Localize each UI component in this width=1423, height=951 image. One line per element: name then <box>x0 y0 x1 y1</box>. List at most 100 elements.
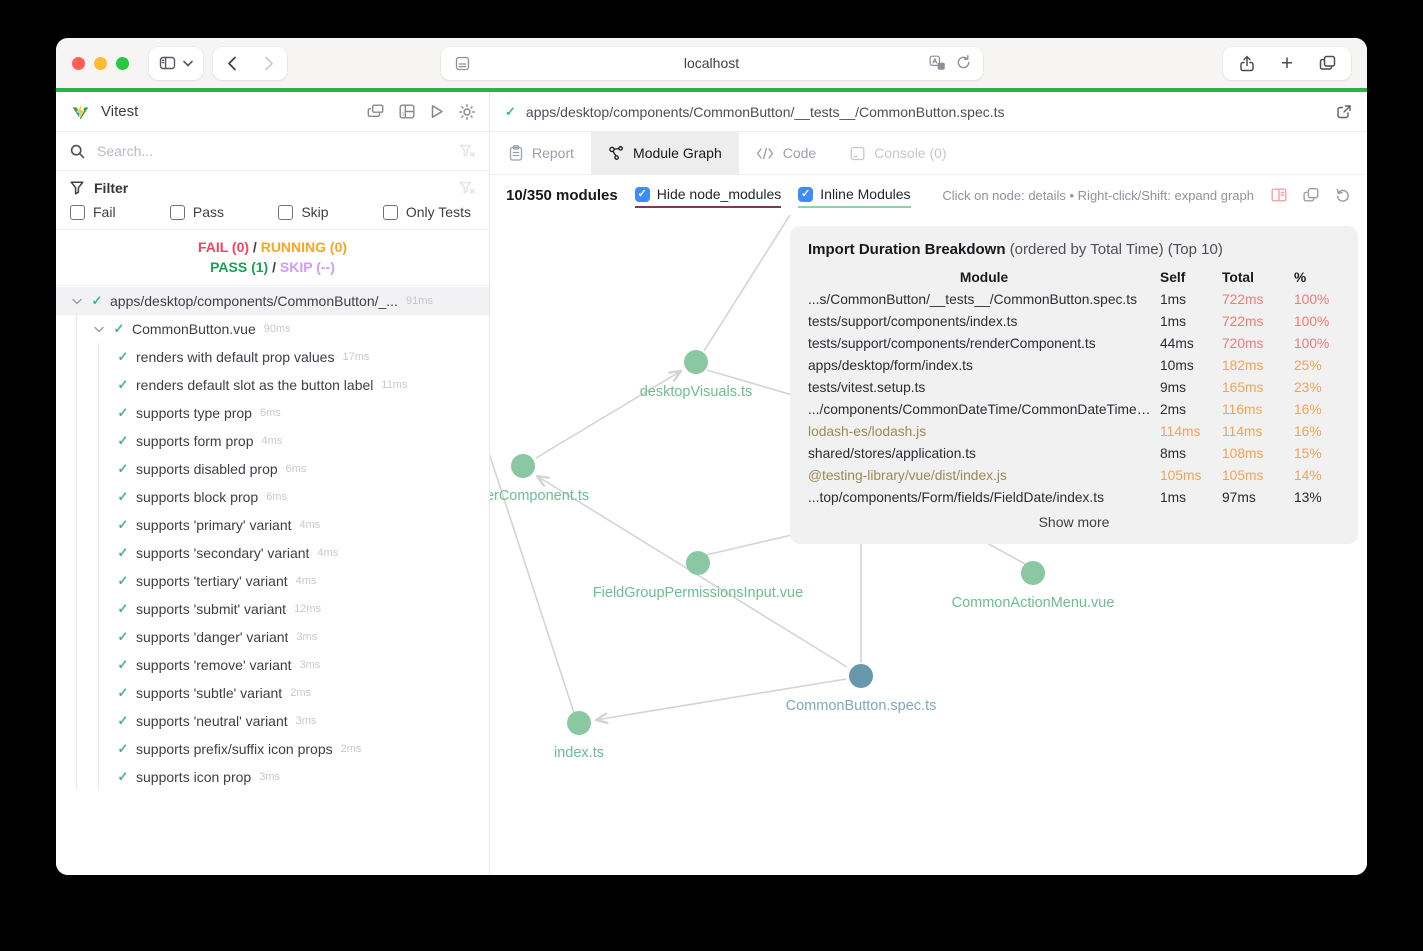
checked-checkbox-icon: ✓ <box>798 186 814 202</box>
test-duration: 91ms <box>405 295 433 307</box>
test-tree-row[interactable]: ✓ supports icon prop 3ms <box>56 763 489 791</box>
test-name: supports 'secondary' variant <box>136 545 310 561</box>
run-all-icon[interactable] <box>430 104 444 119</box>
total-time: 165ms <box>1222 380 1264 395</box>
test-name: supports 'subtle' variant <box>136 685 283 701</box>
checkbox[interactable] <box>278 204 294 220</box>
total-time: 722ms <box>1222 314 1264 329</box>
test-tree-row[interactable]: ✓ CommonButton.vue 90ms <box>56 315 489 343</box>
test-name: supports 'remove' variant <box>136 657 292 673</box>
test-tree-row[interactable]: ✓ supports prefix/suffix icon props 2ms <box>56 735 489 763</box>
filter-option-label: Pass <box>192 204 224 220</box>
minimize-window-button[interactable] <box>94 56 107 70</box>
test-tree-row[interactable]: ✓ apps/desktop/components/CommonButton/_.… <box>56 287 489 315</box>
filter-option-skip[interactable]: Skip <box>278 204 329 220</box>
self-time: 10ms <box>1160 358 1194 373</box>
show-more-button[interactable]: Show more <box>808 514 1340 530</box>
test-name: supports block prop <box>136 489 259 505</box>
checked-checkbox-icon: ✓ <box>634 186 650 202</box>
test-duration: 4ms <box>261 435 283 447</box>
new-tab-icon[interactable]: + <box>1269 47 1305 80</box>
test-tree-row[interactable]: ✓ supports 'primary' variant 4ms <box>56 511 489 539</box>
graph-edge <box>703 215 791 352</box>
pass-check-icon: ✓ <box>117 573 129 588</box>
graph-node[interactable] <box>567 711 591 735</box>
self-time: 1ms <box>1160 292 1187 307</box>
hide-node-modules-checkbox[interactable]: ✓ Hide node_modules <box>634 186 782 208</box>
test-tree-row[interactable]: ✓ supports 'neutral' variant 3ms <box>56 707 489 735</box>
search-bar <box>56 132 489 171</box>
test-tree-row[interactable]: ✓ supports 'tertiary' variant 4ms <box>56 567 489 595</box>
self-time: 2ms <box>1160 402 1187 417</box>
export-graph-icon[interactable] <box>1303 187 1319 203</box>
graph-node-label: desktopVisuals.ts <box>640 384 753 400</box>
module-graph-canvas[interactable]: desktopVisuals.ts renderComponent.ts Field… <box>490 215 1367 875</box>
forward-button[interactable] <box>264 47 274 80</box>
sidebar-toggle-button[interactable] <box>149 46 203 80</box>
graph-node[interactable] <box>684 350 708 374</box>
dashboard-icon[interactable] <box>367 104 384 119</box>
test-duration: 4ms <box>299 519 321 531</box>
translate-icon[interactable]: x <box>929 55 946 71</box>
test-tree-row[interactable]: ✓ supports 'submit' variant 12ms <box>56 595 489 623</box>
chevron-down-icon[interactable] <box>90 326 108 333</box>
chevron-down-icon[interactable] <box>68 298 86 305</box>
test-tree-row[interactable]: ✓ renders default slot as the button labe… <box>56 371 489 399</box>
pass-check-icon: ✓ <box>117 741 129 756</box>
test-tree-row[interactable]: ✓ renders with default prop values 17ms <box>56 343 489 371</box>
self-time: 1ms <box>1160 314 1187 329</box>
reload-icon[interactable] <box>956 55 971 70</box>
graph-node-label: index.ts <box>554 745 604 761</box>
pass-check-icon: ✓ <box>117 545 129 560</box>
total-time: 108ms <box>1222 446 1264 461</box>
zoom-window-button[interactable] <box>116 56 129 70</box>
clear-search-filter-icon[interactable] <box>459 144 475 158</box>
tab-code[interactable]: Code <box>739 132 833 174</box>
clear-filter-icon[interactable] <box>459 181 475 195</box>
self-time: 105ms <box>1160 468 1202 483</box>
pass-check-icon: ✓ <box>113 321 125 336</box>
filter-option-pass[interactable]: Pass <box>169 204 224 220</box>
back-button[interactable] <box>227 47 237 80</box>
checkbox[interactable] <box>70 204 85 220</box>
tab-report[interactable]: Report <box>492 132 591 174</box>
test-tree-row[interactable]: ✓ supports 'danger' variant 3ms <box>56 623 489 651</box>
test-tree-row[interactable]: ✓ supports block prop 6ms <box>56 483 489 511</box>
graph-node[interactable] <box>511 454 535 478</box>
test-tree-row[interactable]: ✓ supports 'secondary' variant 4ms <box>56 539 489 567</box>
tab-console[interactable]: Console (0) <box>833 132 963 174</box>
close-window-button[interactable] <box>72 56 85 70</box>
graph-node[interactable] <box>849 664 873 688</box>
inline-modules-checkbox[interactable]: ✓ Inline Modules <box>798 186 911 208</box>
test-name: supports form prop <box>136 433 254 449</box>
legend-book-icon[interactable] <box>1271 188 1287 202</box>
share-icon[interactable] <box>1229 47 1265 80</box>
test-tree-row[interactable]: ✓ supports 'remove' variant 3ms <box>56 651 489 679</box>
search-input[interactable] <box>95 142 449 160</box>
theme-toggle-icon[interactable] <box>459 103 475 120</box>
tab-module-graph[interactable]: Module Graph <box>591 132 739 174</box>
test-tree-row[interactable]: ✓ supports disabled prop 6ms <box>56 455 489 483</box>
browser-window: localhost x + Vitest 3 Search... Filter … <box>56 38 1367 875</box>
test-duration: 3ms <box>299 659 321 671</box>
test-tree-row[interactable]: ✓ supports form prop 4ms <box>56 427 489 455</box>
pass-check-icon: ✓ <box>117 405 129 420</box>
filter-option-only-tests[interactable]: Only Tests <box>382 204 471 220</box>
pass-check-icon: ✓ <box>117 769 129 784</box>
filter-option-fail[interactable]: Fail <box>70 204 116 220</box>
module-panel-icon[interactable]: 3 <box>399 104 415 119</box>
module-path: .../components/CommonDateTime/CommonDate… <box>808 402 1160 417</box>
address-bar[interactable]: localhost x <box>440 46 983 80</box>
test-tree-row[interactable]: ✓ supports type prop 6ms <box>56 399 489 427</box>
checkbox[interactable] <box>382 204 398 220</box>
tab-overview-icon[interactable] <box>1309 47 1345 80</box>
file-header: ✓ apps/desktop/components/CommonButton/_… <box>490 92 1367 132</box>
test-name: supports prefix/suffix icon props <box>136 741 333 757</box>
checkbox[interactable] <box>169 204 185 220</box>
reset-graph-icon[interactable] <box>1335 187 1351 203</box>
graph-node[interactable] <box>1021 561 1045 585</box>
checkbox-label: Hide node_modules <box>656 186 782 202</box>
open-external-icon[interactable] <box>1336 104 1352 120</box>
test-tree-row[interactable]: ✓ supports 'subtle' variant 2ms <box>56 679 489 707</box>
graph-node[interactable] <box>686 551 710 575</box>
